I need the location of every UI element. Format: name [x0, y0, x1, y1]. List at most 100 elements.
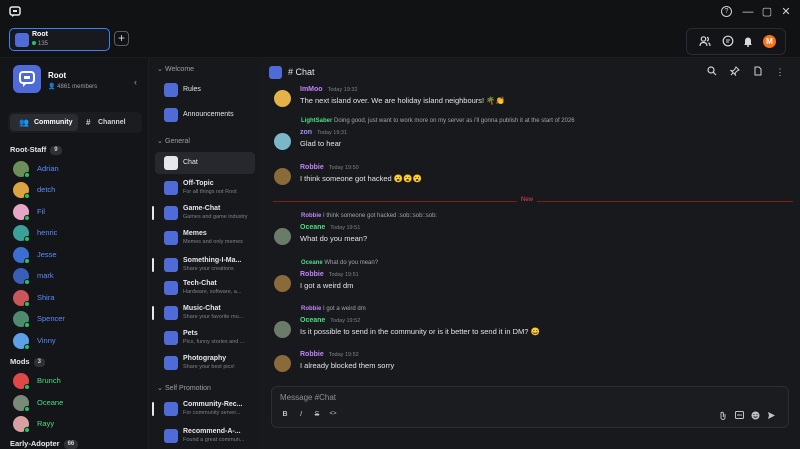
member-item[interactable]: Vinny	[13, 331, 143, 351]
avatar[interactable]	[274, 133, 291, 150]
channel-description: Pics, funny stories and ...	[183, 339, 245, 345]
category-self-promotion[interactable]: ⌄ Self Promotion	[157, 384, 211, 392]
reply-preview[interactable]: Robbie I got a weird dm	[301, 306, 366, 312]
messages-icon[interactable]	[721, 35, 735, 49]
chat-message[interactable]: Robbie I got a weird dm Oceane Today 19:52…	[273, 306, 793, 346]
bold-button[interactable]: B	[280, 411, 290, 418]
channel-item[interactable]: Photography Share your best pics!	[155, 352, 255, 374]
member-item[interactable]: Fil	[13, 202, 143, 222]
chat-message[interactable]: Robbie Today 19:52 I already blocked them …	[273, 351, 793, 391]
attach-icon[interactable]	[719, 411, 727, 422]
online-status-icon	[24, 322, 30, 328]
channel-item[interactable]: Chat	[155, 152, 255, 174]
channel-name: Recommend-A-...	[183, 428, 241, 435]
channel-item[interactable]: Off-Topic For all things not Root	[155, 177, 255, 199]
add-server-button[interactable]: +	[114, 31, 129, 46]
avatar[interactable]	[274, 355, 291, 372]
role-header-early-adopter: Early-Adopter 66	[10, 439, 79, 449]
channel-name: Memes	[183, 230, 207, 237]
member-item[interactable]: Shira	[13, 288, 143, 308]
reply-preview[interactable]: Robbie I think someone got hacked :sob::…	[301, 213, 437, 219]
channel-item[interactable]: Pets Pics, funny stories and ...	[155, 327, 255, 349]
more-options-icon[interactable]: ⋮	[774, 66, 786, 78]
channel-item[interactable]: Recommend-A-... Found a great commun...	[155, 425, 255, 447]
channel-name: Music-Chat	[183, 305, 221, 312]
channel-description: Memes and only memes	[183, 239, 243, 245]
channel-item[interactable]: Game-Chat Games and game industry	[152, 202, 255, 224]
message-timestamp: Today 19:50	[328, 165, 359, 171]
message-timestamp: Today 19:32	[327, 87, 358, 93]
channel-item[interactable]: Something-I-Ma... Share your creations	[152, 254, 255, 276]
member-item[interactable]: Brunch	[13, 371, 143, 391]
message-text: What do you mean?	[300, 234, 368, 243]
minimize-button[interactable]: —	[741, 5, 755, 19]
member-item[interactable]: Oceane	[13, 393, 143, 413]
help-icon[interactable]: ?	[721, 6, 732, 17]
channel-icon	[164, 402, 178, 416]
channel-name: Announcements	[183, 111, 234, 118]
avatar[interactable]	[274, 228, 291, 245]
maximize-button[interactable]: ▢	[760, 5, 774, 19]
strikethrough-button[interactable]: S	[312, 411, 322, 418]
message-author[interactable]: Oceane Today 19:51	[300, 224, 360, 231]
friends-icon[interactable]	[698, 35, 712, 49]
avatar[interactable]	[274, 168, 291, 185]
message-author[interactable]: Robbie Today 19:52	[300, 351, 359, 358]
search-icon[interactable]	[706, 66, 718, 78]
code-button[interactable]: <>	[328, 411, 338, 417]
file-icon[interactable]	[752, 66, 764, 78]
collapse-sidebar-icon[interactable]: ‹	[134, 77, 137, 87]
online-status-icon	[24, 193, 30, 199]
channel-item[interactable]: Community-Rec... For community server...	[152, 398, 255, 420]
reply-username: Robbie	[301, 213, 322, 219]
channel-item[interactable]: Tech-Chat Hardware, software, a...	[155, 277, 255, 299]
reply-preview[interactable]: Oceane What do you mean?	[301, 260, 378, 266]
member-item[interactable]: Spencer	[13, 309, 143, 329]
reply-text: Doing good, just want to work more on my…	[334, 118, 575, 124]
tab-channel[interactable]: # Channel	[86, 114, 140, 131]
channel-item[interactable]: Rules	[155, 79, 255, 101]
category-welcome[interactable]: ⌄ Welcome	[157, 65, 194, 73]
avatar[interactable]	[274, 275, 291, 292]
server-tab-root[interactable]: Root 135	[9, 28, 110, 51]
member-item[interactable]: detch	[13, 180, 143, 200]
message-author[interactable]: ImMoo Today 19:32	[300, 86, 358, 93]
online-status-icon	[24, 215, 30, 221]
chat-message[interactable]: Robbie I think someone got hacked :sob::…	[273, 213, 793, 253]
tab-community[interactable]: 👥 Community	[10, 114, 78, 131]
message-author[interactable]: Oceane Today 19:52	[300, 317, 360, 324]
channel-description: Games and game industry	[183, 214, 248, 220]
channel-name: Rules	[183, 86, 201, 93]
pin-icon[interactable]	[729, 66, 741, 78]
server-header[interactable]: Root 👤 4861 members ‹	[8, 62, 142, 104]
channel-name: Off-Topic	[183, 180, 214, 187]
member-item[interactable]: mark	[13, 266, 143, 286]
message-composer[interactable]: Message #Chat B I S <>	[271, 386, 789, 428]
member-item[interactable]: Rayy	[13, 414, 143, 434]
chat-message[interactable]: Oceane What do you mean? Robbie Today 19:5…	[273, 260, 793, 300]
message-author[interactable]: Robbie Today 19:51	[300, 271, 359, 278]
gif-icon[interactable]	[735, 411, 744, 421]
category-general[interactable]: ⌄ General	[157, 137, 190, 145]
user-avatar[interactable]: M	[763, 35, 776, 48]
member-item[interactable]: henric	[13, 223, 143, 243]
avatar[interactable]	[274, 90, 291, 107]
send-icon[interactable]	[767, 411, 776, 422]
reply-preview[interactable]: LightSaber Doing good, just want to work…	[301, 118, 575, 124]
sidebar-tabs: 👥 Community # Channel	[8, 112, 142, 133]
chat-message[interactable]: LightSaber Doing good, just want to work…	[273, 118, 793, 158]
channel-item[interactable]: Announcements	[155, 104, 255, 126]
member-item[interactable]: Adrian	[13, 159, 143, 179]
channel-item[interactable]: Music-Chat Share your favorite mu...	[152, 302, 255, 324]
notifications-icon[interactable]	[741, 35, 755, 49]
member-item[interactable]: Jesse	[13, 245, 143, 265]
message-input[interactable]: Message #Chat	[280, 393, 336, 402]
italic-button[interactable]: I	[296, 411, 306, 418]
message-author[interactable]: zon Today 19:31	[300, 129, 347, 136]
message-author[interactable]: Robbie Today 19:50	[300, 164, 359, 171]
member-name: Jesse	[37, 250, 57, 259]
channel-item[interactable]: Memes Memes and only memes	[155, 227, 255, 249]
close-button[interactable]: ✕	[779, 5, 793, 19]
avatar[interactable]	[274, 321, 291, 338]
emoji-icon[interactable]	[751, 411, 760, 422]
